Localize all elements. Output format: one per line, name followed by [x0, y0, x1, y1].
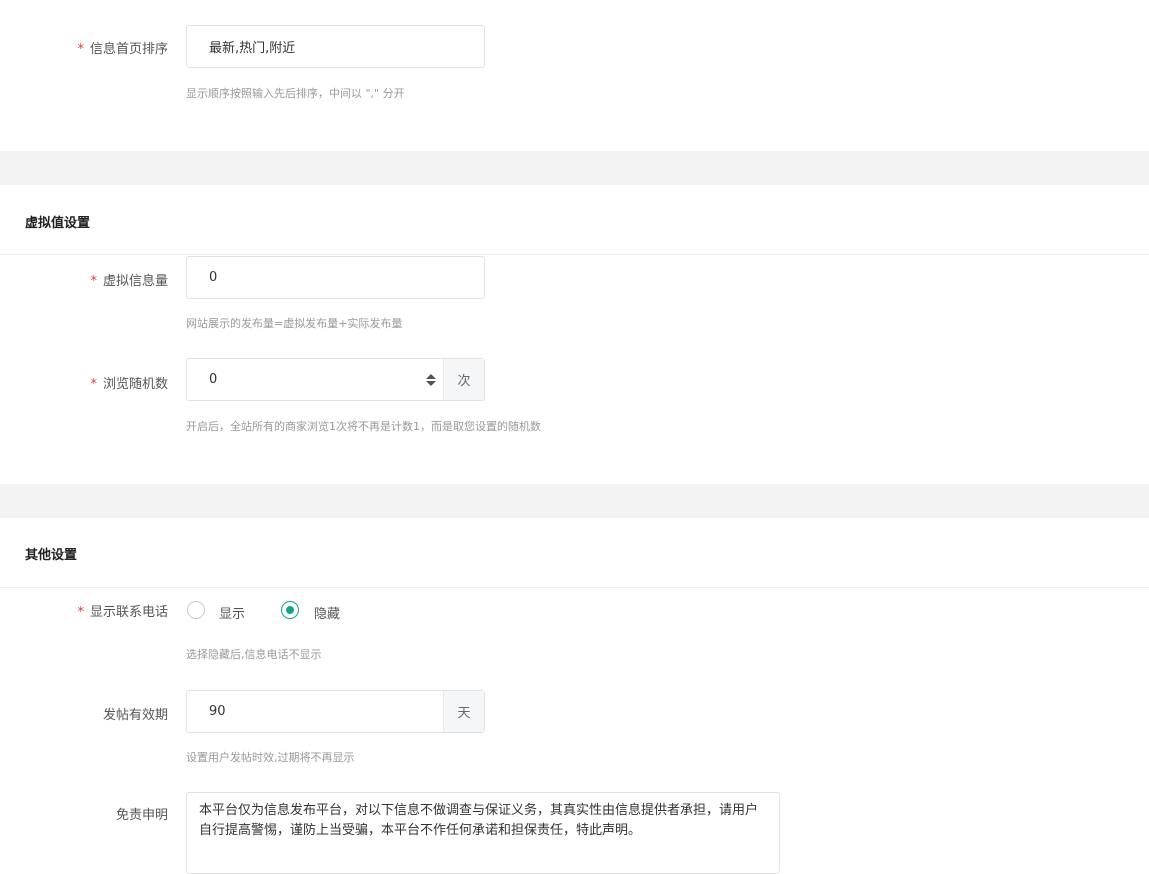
validity-hint: 设置用户发帖时效,过期将不再显示 — [186, 751, 355, 764]
section-separator — [0, 151, 1149, 185]
virtual-section-title: 虚拟值设置 — [25, 216, 91, 231]
section-separator — [0, 484, 1149, 518]
sort-label: * 信息首页排序 — [77, 42, 168, 57]
required-mark: * — [77, 605, 84, 620]
radio-show-phone[interactable] — [187, 601, 205, 619]
other-section-title: 其他设置 — [25, 548, 78, 563]
browse-random-value: 0 — [209, 372, 218, 387]
browse-random-hint: 开启后，全站所有的商家浏览1次将不再是计数1，而是取您设置的随机数 — [186, 420, 541, 433]
validity-unit-addon: 天 — [443, 691, 484, 732]
required-mark: * — [77, 42, 84, 57]
validity-input[interactable]: 90 天 — [186, 690, 485, 733]
validity-value: 90 — [209, 704, 226, 719]
required-mark: * — [90, 377, 97, 392]
disclaimer-label: 免责申明 — [115, 808, 168, 823]
required-mark: * — [90, 274, 97, 289]
browse-random-input[interactable]: 0 次 — [186, 358, 485, 401]
section-divider — [0, 254, 1149, 255]
browse-random-label: * 浏览随机数 — [90, 377, 168, 392]
sort-order-input[interactable]: 最新,热门,附近 — [186, 25, 485, 68]
radio-show-phone-label[interactable]: 显示 — [219, 603, 245, 622]
spinner-icon[interactable] — [426, 374, 436, 386]
virtual-count-input[interactable]: 0 — [186, 256, 485, 299]
radio-hide-phone[interactable] — [281, 601, 299, 619]
virtual-count-hint: 网站展示的发布量=虚拟发布量+实际发布量 — [186, 317, 403, 330]
virtual-count-label: * 虚拟信息量 — [90, 274, 168, 289]
virtual-count-value: 0 — [209, 270, 218, 285]
radio-hide-phone-label[interactable]: 隐藏 — [314, 603, 340, 622]
browse-unit-addon: 次 — [443, 359, 484, 400]
disclaimer-textarea[interactable]: 本平台仅为信息发布平台，对以下信息不做调查与保证义务，其真实性由信息提供者承担，… — [186, 792, 780, 874]
validity-label: 发帖有效期 — [102, 708, 168, 723]
show-phone-hint: 选择隐藏后,信息电话不显示 — [186, 648, 322, 661]
show-phone-label: * 显示联系电话 — [77, 605, 168, 620]
sort-order-hint: 显示顺序按照输入先后排序，中间以 "," 分开 — [186, 87, 405, 100]
section-divider — [0, 587, 1149, 588]
sort-order-value: 最新,热门,附近 — [209, 41, 296, 56]
